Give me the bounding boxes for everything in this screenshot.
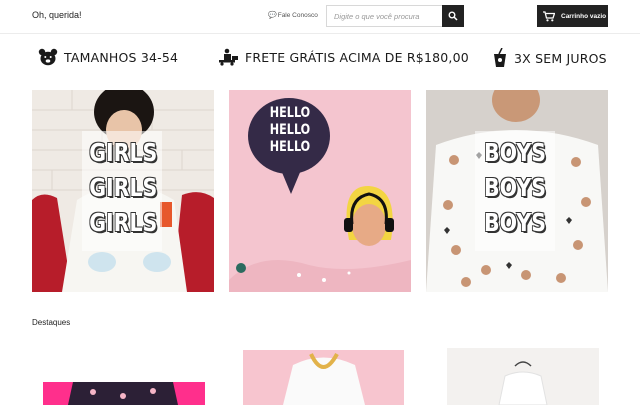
info-item-shipping: FRETE GRÁTIS ACIMA DE R$180,00 bbox=[219, 48, 469, 66]
hello-photo bbox=[229, 90, 411, 292]
product-image bbox=[43, 382, 205, 405]
hello-line-3: HELLO bbox=[269, 139, 311, 155]
banner-girls-line-3: GIRLS bbox=[89, 208, 158, 237]
product-card[interactable] bbox=[447, 348, 599, 405]
delivery-icon bbox=[219, 48, 238, 66]
contact-link[interactable]: 💬 Fale Conosco bbox=[268, 11, 318, 20]
info-installments-label: 3X SEM JUROS bbox=[514, 50, 607, 66]
banner-boys-line-3: BOYS bbox=[484, 208, 546, 237]
search-input[interactable] bbox=[326, 5, 442, 27]
top-header: Oh, querida! 💬 Fale Conosco Carrinho vaz… bbox=[0, 0, 640, 34]
product-image bbox=[447, 348, 599, 405]
info-shipping-label: FRETE GRÁTIS ACIMA DE R$180,00 bbox=[245, 49, 469, 65]
search-button[interactable] bbox=[442, 5, 464, 27]
banner-girls-line-1: GIRLS bbox=[89, 138, 158, 167]
greeting-text: Oh, querida! bbox=[32, 10, 82, 20]
section-title: Destaques bbox=[32, 318, 71, 327]
banner-hello[interactable]: HELLO HELLO HELLO bbox=[229, 90, 411, 292]
cart-button[interactable]: Carrinho vazio bbox=[537, 5, 608, 27]
banner-girls-line-2: GIRLS bbox=[89, 173, 158, 202]
cart-label: Carrinho vazio bbox=[561, 12, 607, 20]
cart-icon bbox=[543, 10, 555, 21]
banner-boys-line-1: BOYS bbox=[484, 138, 546, 167]
search-icon bbox=[448, 11, 458, 21]
chat-bubble-icon: 💬 bbox=[268, 12, 277, 19]
hello-line-2: HELLO bbox=[269, 122, 311, 138]
contact-label: Fale Conosco bbox=[277, 11, 318, 19]
hello-bubble-text: HELLO HELLO HELLO bbox=[261, 105, 319, 156]
info-sizes-label: TAMANHOS 34-54 bbox=[64, 49, 179, 65]
product-image bbox=[243, 350, 404, 405]
product-card[interactable] bbox=[43, 382, 205, 405]
info-item-sizes: TAMANHOS 34-54 bbox=[38, 48, 178, 66]
drink-icon bbox=[494, 48, 506, 67]
info-item-installments: 3X SEM JUROS bbox=[492, 48, 607, 68]
product-card[interactable] bbox=[243, 350, 404, 405]
banner-boys[interactable]: BOYS BOYS BOYS bbox=[426, 90, 608, 292]
search-bar bbox=[326, 5, 464, 27]
bear-icon bbox=[38, 48, 58, 66]
banner-boys-line-2: BOYS bbox=[484, 173, 546, 202]
hello-line-1: HELLO bbox=[269, 105, 311, 121]
banner-girls[interactable]: GIRLS GIRLS GIRLS bbox=[32, 90, 214, 292]
info-bar: TAMANHOS 34-54 FRETE GRÁTIS ACIMA DE R$1… bbox=[0, 34, 640, 82]
